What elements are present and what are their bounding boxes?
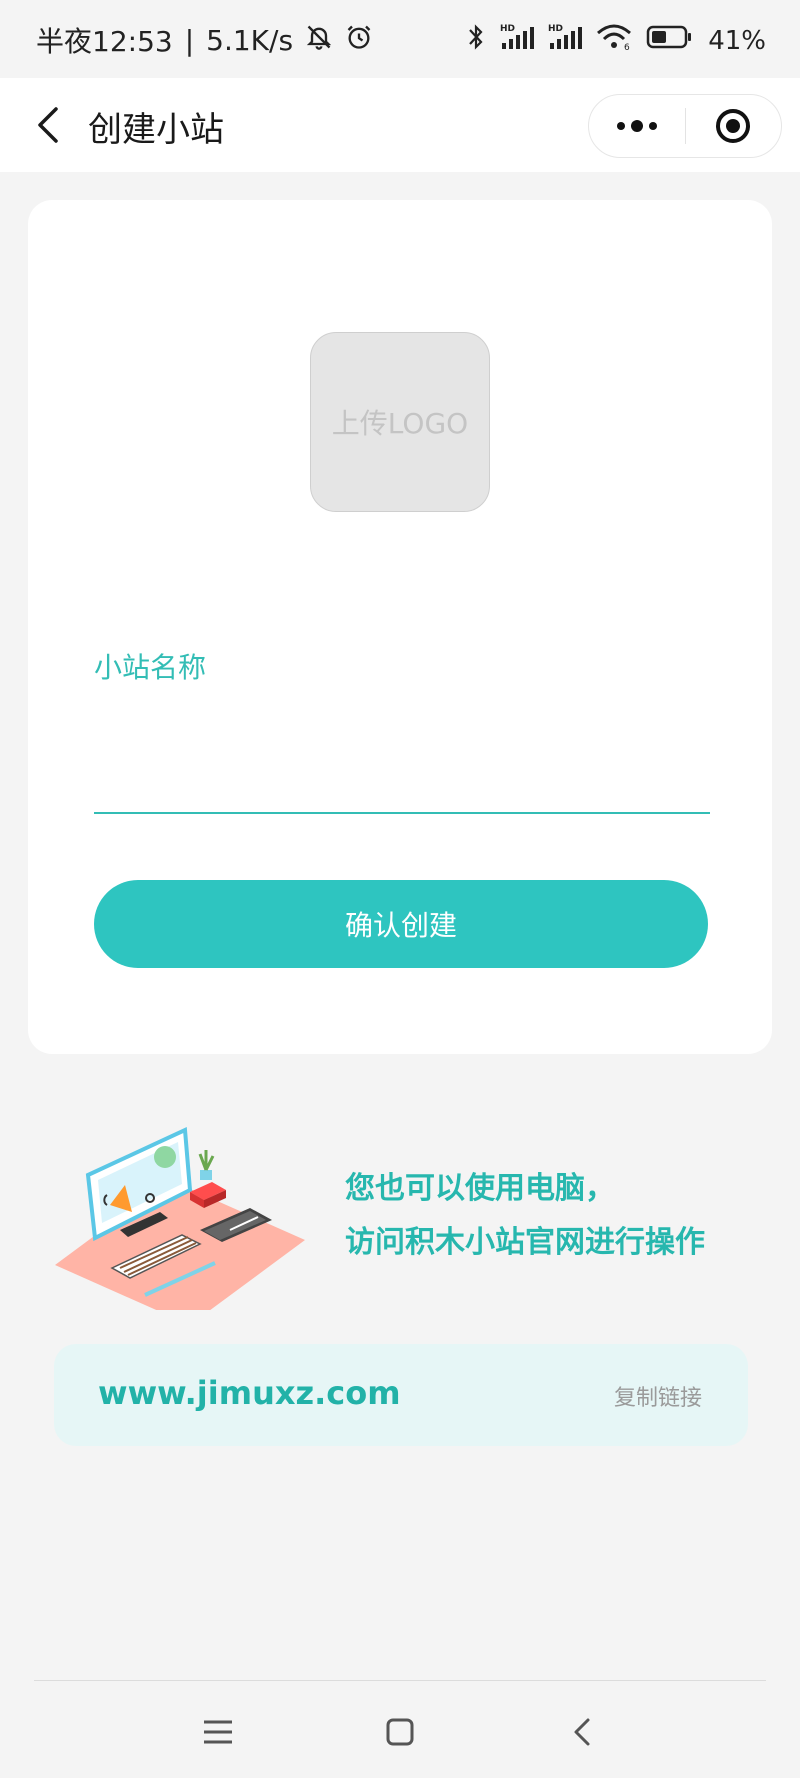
status-left: 半夜12:53 | 5.1K/s	[36, 20, 373, 60]
website-url-box: www.jimuxz.com 复制链接	[54, 1344, 748, 1446]
back-button[interactable]	[28, 102, 68, 148]
battery-percent: 41%	[708, 25, 766, 56]
more-dots-icon	[616, 120, 657, 132]
home-button[interactable]	[378, 1710, 422, 1754]
page-title: 创建小站	[88, 110, 224, 150]
status-time: 半夜12:53	[36, 25, 173, 58]
status-right: HD HD 6 41%	[466, 22, 766, 59]
status-separator: |	[184, 23, 195, 57]
mute-bell-icon	[305, 23, 333, 58]
bottom-divider	[34, 1680, 766, 1681]
home-square-icon	[386, 1718, 414, 1746]
signal-icon-2: HD	[548, 23, 583, 58]
desktop-illustration	[55, 1126, 305, 1310]
menu-button[interactable]	[196, 1710, 240, 1754]
nav-bar: 创建小站	[0, 78, 800, 172]
create-site-card: 上传LOGO 小站名称 确认创建	[28, 200, 772, 1054]
website-url[interactable]: www.jimuxz.com	[98, 1374, 401, 1412]
system-back-button[interactable]	[560, 1710, 604, 1754]
more-button[interactable]	[589, 95, 685, 157]
wifi-icon: 6	[596, 23, 632, 58]
close-button[interactable]	[686, 95, 782, 157]
wifi-label: 6	[624, 43, 630, 51]
alarm-icon	[345, 23, 373, 58]
logo-upload-text: 上传LOGO	[331, 407, 469, 440]
promo-line-2: 访问积木小站官网进行操作	[345, 1225, 705, 1260]
promo-text: 您也可以使用电脑， 访问积木小站官网进行操作	[345, 1162, 705, 1270]
battery-icon	[646, 24, 694, 57]
signal-label-1: HD	[500, 24, 515, 34]
status-bar: 半夜12:53 | 5.1K/s HD HD 6 41%	[0, 0, 800, 78]
promo-line-1: 您也可以使用电脑，	[345, 1171, 615, 1206]
back-chevron-icon	[574, 1718, 590, 1746]
menu-icon	[204, 1720, 232, 1744]
bluetooth-icon	[466, 22, 486, 59]
mini-program-capsule	[588, 94, 782, 158]
logo-upload-button[interactable]: 上传LOGO	[310, 332, 490, 512]
close-circle-icon	[716, 109, 751, 143]
copy-link-button[interactable]: 复制链接	[614, 1380, 702, 1412]
site-name-input[interactable]	[94, 720, 710, 814]
back-arrow-icon	[38, 107, 58, 143]
status-network-speed: 5.1K/s	[206, 23, 294, 57]
system-nav-bar	[0, 1682, 800, 1778]
site-name-label: 小站名称	[94, 651, 207, 684]
signal-icon: HD	[500, 23, 535, 58]
promo-section: 您也可以使用电脑， 访问积木小站官网进行操作	[0, 1110, 800, 1310]
confirm-create-button[interactable]: 确认创建	[94, 880, 708, 968]
signal-label-2: HD	[548, 24, 563, 34]
